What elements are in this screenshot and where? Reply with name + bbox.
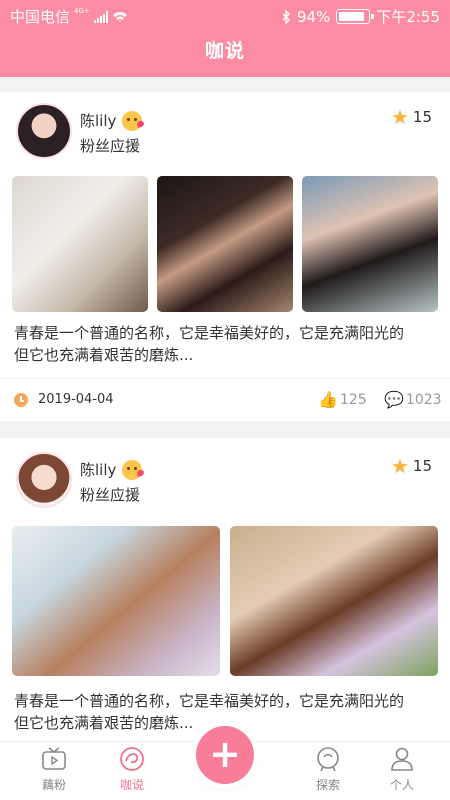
star-count[interactable]: ★ 15 — [391, 456, 432, 476]
battery-icon — [336, 9, 375, 24]
star-count[interactable]: ★ 15 — [391, 107, 432, 127]
post-card[interactable]: 陈lily 粉丝应援 ★ 15 青春是一个普通的名称，它是幸福美好的，它是充满阳… — [0, 438, 450, 741]
author-subtitle: 粉丝应援 — [80, 486, 141, 504]
post-meta: 2019-04-04 👍 125 💬 1023 — [0, 378, 450, 421]
post-photo[interactable] — [157, 176, 293, 312]
comment-button[interactable]: 💬 1023 — [384, 390, 442, 409]
battery-percent: 94% — [296, 7, 331, 26]
star-value: 15 — [412, 457, 432, 475]
author-subtitle: 粉丝应援 — [80, 137, 141, 155]
avatar[interactable] — [16, 103, 72, 159]
battery-fill — [339, 12, 365, 21]
nav-item-oufen[interactable]: 藕粉 — [14, 742, 94, 793]
bluetooth-icon — [281, 9, 291, 24]
post-text-line: 但它也充满着艰苦的磨炼... — [14, 346, 194, 364]
author-label: 陈lily — [80, 461, 117, 479]
like-button[interactable]: 👍 125 — [318, 390, 367, 409]
post-photo[interactable] — [230, 526, 438, 676]
page-title: 咖说 — [204, 40, 245, 62]
clock-time: 下午2:55 — [376, 8, 440, 26]
network-type: 4G+ — [74, 6, 90, 15]
explore-icon — [288, 742, 368, 776]
add-post-button[interactable]: + — [196, 726, 254, 784]
like-count: 125 — [339, 391, 367, 408]
post-date: 2019-04-04 — [38, 392, 114, 407]
post-text[interactable]: 青春是一个普通的名称，它是幸福美好的，它是充满阳光的 但它也充满着艰苦的磨炼..… — [14, 322, 434, 366]
add-icon: + — [209, 731, 241, 776]
post-text-line: 青春是一个普通的名称，它是幸福美好的，它是充满阳光的 — [14, 324, 405, 342]
comment-icon: 💬 — [384, 390, 404, 409]
post-card[interactable]: 陈lily 粉丝应援 ★ 15 青春是一个普通的名称，它是幸福美好的，它是充满阳… — [0, 92, 450, 421]
nav-label: 藕粉 — [41, 778, 66, 792]
nav-item-kashuo[interactable]: 咖说 — [92, 742, 172, 793]
avatar[interactable] — [16, 452, 72, 508]
wifi-icon — [112, 11, 128, 23]
status-bar: 中国电信 4G+ 94% 下午2:55 — [0, 0, 450, 30]
kiss-emoji-icon — [122, 459, 143, 480]
tv-icon — [14, 742, 94, 776]
nav-item-explore[interactable]: 探索 — [288, 742, 368, 793]
clock-icon — [14, 393, 28, 407]
person-icon — [362, 742, 442, 776]
nav-item-profile[interactable]: 个人 — [362, 742, 442, 793]
star-icon: ★ — [390, 454, 409, 478]
star-value: 15 — [412, 108, 432, 126]
nav-label: 个人 — [389, 778, 414, 792]
author-label: 陈lily — [80, 112, 117, 130]
author-name[interactable]: 陈lily — [80, 459, 143, 480]
nav-label: 探索 — [315, 778, 340, 792]
author-name[interactable]: 陈lily — [80, 110, 143, 131]
comment-count: 1023 — [405, 391, 442, 408]
star-icon: ★ — [390, 105, 409, 129]
post-photo[interactable] — [12, 526, 220, 676]
post-feed[interactable]: 陈lily 粉丝应援 ★ 15 青春是一个普通的名称，它是幸福美好的，它是充满阳… — [0, 77, 450, 741]
nav-label: 咖说 — [119, 778, 144, 792]
app-header: 中国电信 4G+ 94% 下午2:55 咖说 — [0, 0, 450, 77]
thumbs-up-icon: 👍 — [318, 390, 338, 409]
kiss-emoji-icon — [122, 110, 143, 131]
swirl-icon — [92, 742, 172, 776]
post-text-line: 青春是一个普通的名称，它是幸福美好的，它是充满阳光的 — [14, 692, 405, 710]
post-photo[interactable] — [302, 176, 438, 312]
post-photo[interactable] — [12, 176, 148, 312]
carrier-label: 中国电信 — [10, 8, 71, 26]
signal-icon — [93, 10, 108, 23]
